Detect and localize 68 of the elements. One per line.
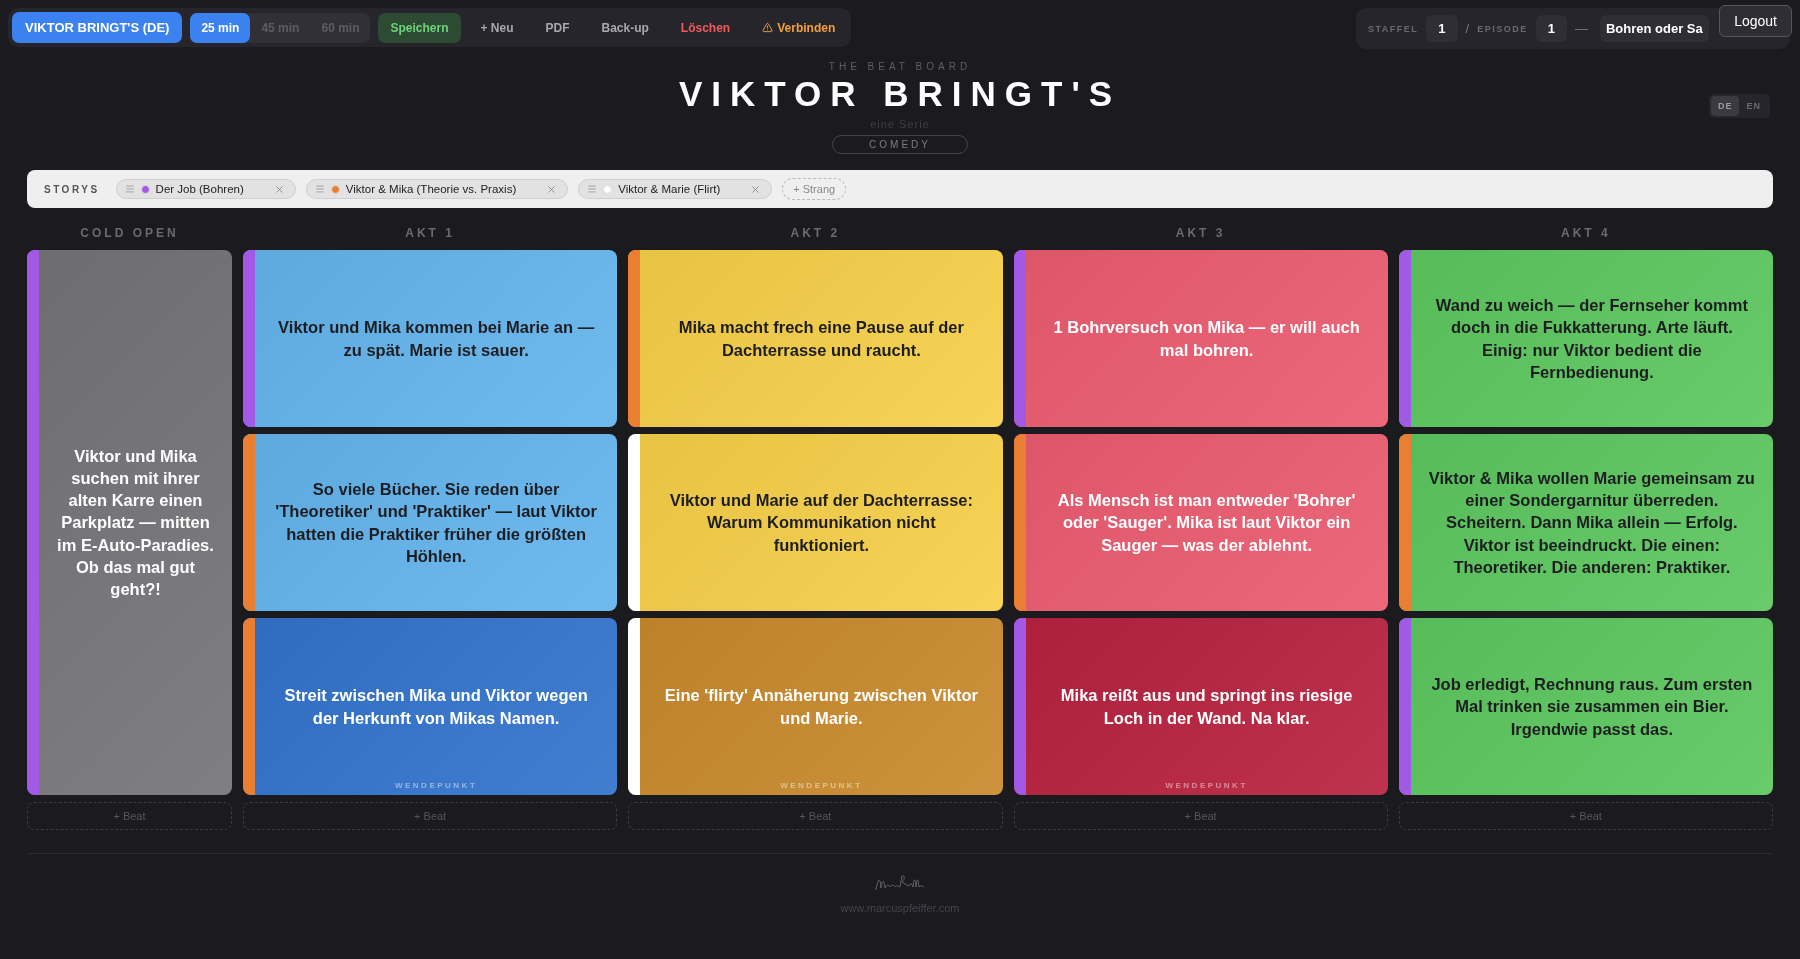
turning-point-label: WENDEPUNKT [393,781,479,790]
beat-text: Streit zwischen Mika und Viktor wegen der Herkunft von Mikas Namen. [283,685,589,729]
beat-card[interactable]: Viktor & Mika wollen Marie gemeinsam zu einer Sondergarnitur überreden. Scheitern. Dann Mika allein — Erfolg. Viktor ist beeindruckt. Die einen: Theoretiker. Die anderen: Praktiker. [1398,434,1773,611]
beat-card[interactable]: So viele Bücher. Sie reden über 'Theoretiker' und 'Praktiker' — laut Viktor hatten die Praktiker früher die größten Höhlen. [243,434,618,611]
drag-handle-icon[interactable] [314,184,325,194]
duration-option[interactable]: 25 min [190,12,251,43]
column-title: COLD OPEN [79,226,180,240]
beat-text: So viele Bücher. Sie reden über 'Theoretiker' und 'Praktiker' — laut Viktor hatten die Praktiker früher die größten Höhlen. [274,478,598,567]
board-title: VIKTOR BRINGT'S [678,74,1122,114]
warning-icon [762,22,774,33]
story-name: Der Job (Bohren) [155,183,245,195]
beat-text: Viktor und Mika suchen mit ihrer alten Karre einen Parkplatz — mitten im E-Auto-Paradies. Ob das mal gut geht?! [57,445,214,601]
beat-text: Mika macht frech eine Pause auf der Dachterrasse und raucht. [677,317,965,361]
beat-card[interactable]: Als Mensch ist man entweder 'Bohrer' oder 'Sauger'. Mika ist laut Viktor ein Sauger — was der ablehnt. [1013,434,1388,611]
beat-text: Viktor und Mika kommen bei Marie an — zu spät. Marie ist sauer. [277,317,596,361]
beat-text: Mika reißt aus und springt ins riesige Loch in der Wand. Na klar. [1059,685,1354,729]
beat-card[interactable]: Mika macht frech eine Pause auf der Dachterrasse und raucht. [628,250,1003,427]
toolbar-button[interactable]: + Neu [468,12,526,43]
toolbar-button[interactable]: Back-up [589,12,661,43]
column-title: AKT 2 [789,226,842,240]
project-button[interactable]: VIKTOR BRINGT'S (DE) [12,12,183,43]
story-chip[interactable]: Viktor & Marie (Flirt) [578,179,773,199]
storys-label: STORYS [44,183,100,195]
beat-card[interactable]: Mika reißt aus und springt ins riesige Loch in der Wand. Na klar. WENDEPUNKT [1013,618,1388,795]
toolbar-button[interactable]: PDF [533,12,582,43]
delete-button[interactable]: Löschen [668,12,743,43]
language-option[interactable]: EN [1739,96,1768,116]
beat-text: Viktor und Marie auf der Dachterrasse: Warum Kommunikation nicht funktioniert. [668,490,974,556]
close-icon[interactable] [273,183,285,195]
column-title: AKT 4 [1560,226,1612,240]
column-title: AKT 1 [404,226,456,240]
story-chip[interactable]: Viktor & Mika (Theorie vs. Praxis) [305,179,569,199]
season-field[interactable]: 1 [1426,15,1458,42]
episode-title-field[interactable]: Bohren oder Sa [1599,15,1709,42]
beat-card[interactable]: Viktor und Marie auf der Dachterrasse: Warum Kommunikation nicht funktioniert. [628,434,1003,611]
separator: — [1574,21,1588,36]
story-name: Viktor & Marie (Flirt) [618,183,722,195]
episode-field[interactable]: 1 [1535,15,1567,42]
episode-label: EPISODE [1477,23,1528,34]
connect-button[interactable]: Verbinden [750,12,848,43]
column-title: AKT 3 [1174,226,1227,240]
beat-text: Wand zu weich — der Fernseher kommt doch in die Fukkatterung. Arte läuft. Einig: nur Viktor bedient die Fernbedienung. [1434,294,1749,383]
logout-button[interactable]: Logout [1719,5,1792,37]
drag-handle-icon[interactable] [587,184,598,194]
story-name: Viktor & Mika (Theorie vs. Praxis) [345,183,518,195]
save-button[interactable]: Speichern [378,12,461,43]
beat-text: Viktor & Mika wollen Marie gemeinsam zu einer Sondergarnitur überreden. Scheitern. Dann Mika allein — Erfolg. Viktor ist beeindruckt. Die einen: Theoretiker. Die anderen: Praktiker. [1428,467,1755,578]
kicker: THE BEAT BOARD [828,61,972,72]
beat-card[interactable]: Job erledigt, Rechnung raus. Zum ersten Mal trinken sie zusammen ein Bier. Irgendwie passt das. [1398,618,1773,795]
beat-text: Eine 'flirty' Annäherung zwischen Viktor und Marie. [663,685,979,729]
turning-point-label: WENDEPUNKT [1164,781,1249,790]
beat-text: Als Mensch ist man entweder 'Bohrer' oder 'Sauger'. Mika ist laut Viktor ein Sauger — was der ablehnt. [1056,490,1357,556]
story-chip[interactable]: Der Job (Bohren) [115,179,296,199]
close-icon[interactable] [750,183,762,195]
beat-card[interactable]: 1 Bohrversuch von Mika — er will auch mal bohren. [1013,250,1388,427]
beat-card[interactable]: Viktor und Mika kommen bei Marie an — zu spät. Marie ist sauer. [243,250,618,427]
season-label: STAFFEL [1368,23,1419,34]
turning-point-label: WENDEPUNKT [779,781,864,790]
drag-handle-icon[interactable] [124,184,135,194]
beat-card[interactable]: Viktor und Mika suchen mit ihrer alten Karre einen Parkplatz — mitten im E-Auto-Paradies. Ob das mal gut geht?! [27,250,232,795]
language-option[interactable]: DE [1710,96,1740,116]
beat-card[interactable]: Streit zwischen Mika und Viktor wegen der Herkunft von Mikas Namen. WENDEPUNKT [243,618,618,795]
close-icon[interactable] [546,183,558,195]
beat-text: Job erledigt, Rechnung raus. Zum ersten Mal trinken sie zusammen ein Bier. Irgendwie passt das. [1430,674,1754,740]
beat-text: 1 Bohrversuch von Mika — er will auch mal bohren. [1052,317,1361,361]
beat-card[interactable]: Wand zu weich — der Fernseher kommt doch in die Fukkatterung. Arte läuft. Einig: nur Viktor bedient die Fernbedienung. [1398,250,1773,427]
beat-card[interactable]: Eine 'flirty' Annäherung zwischen Viktor und Marie. WENDEPUNKT [628,618,1003,795]
separator: / [1465,21,1470,36]
